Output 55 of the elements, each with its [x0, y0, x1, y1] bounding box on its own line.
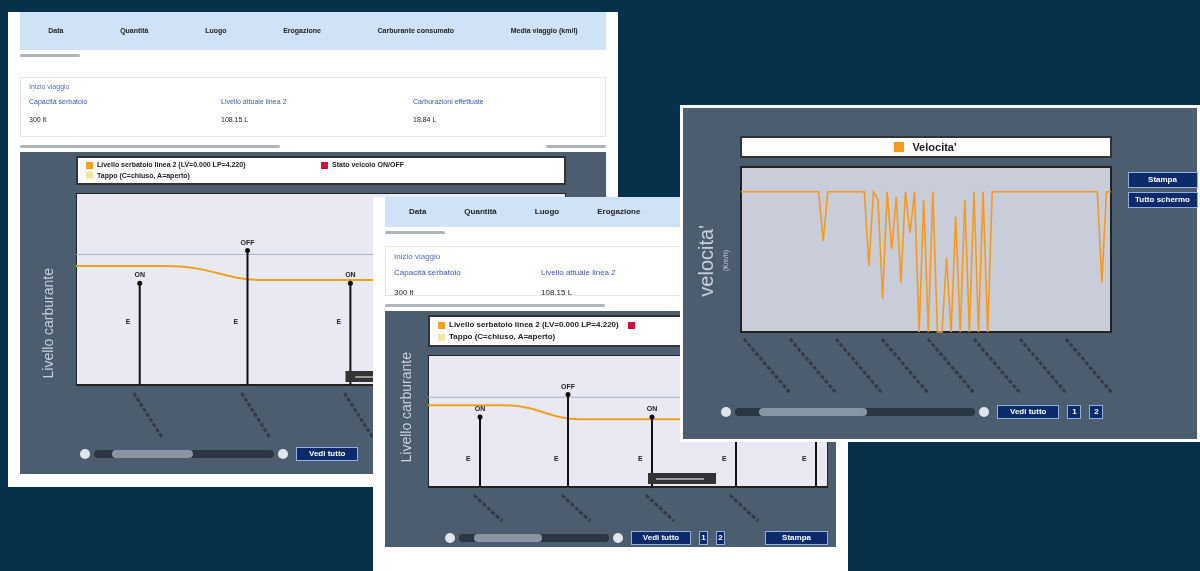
blurred-axis-label	[472, 493, 504, 523]
stat-value: 300 lt	[394, 287, 415, 299]
blurred-axis-label	[972, 338, 1021, 394]
column-header: Erogazione	[597, 206, 641, 218]
show-all-button[interactable]: Vedi tutto	[997, 405, 1060, 419]
blurred-axis-label	[880, 338, 929, 394]
blurred-axis-label	[560, 493, 592, 523]
column-header: Quantità	[464, 206, 497, 218]
blurred-axis-label	[742, 338, 791, 394]
scroll-track[interactable]	[735, 408, 975, 416]
stat-label: Capacità serbatoio	[394, 267, 462, 279]
blurred-axis-label	[644, 493, 676, 523]
slider-left-handle[interactable]	[721, 407, 731, 417]
scroll-thumb[interactable]	[474, 534, 542, 542]
print-button[interactable]: Stampa	[1127, 172, 1198, 188]
blurred-axis-label	[343, 392, 374, 438]
blurred-text	[20, 54, 80, 57]
blurred-axis-label	[132, 392, 163, 438]
blurred-axis-label	[728, 493, 760, 523]
page-button[interactable]: 2	[716, 531, 726, 545]
y-axis-title: Livello carburante	[397, 352, 415, 463]
blurred-text	[546, 145, 606, 148]
slider-right-handle[interactable]	[278, 449, 288, 459]
slider-right-handle[interactable]	[613, 533, 623, 543]
page-button[interactable]: 1	[699, 531, 709, 545]
blurred-axis-label	[1064, 338, 1113, 394]
breadcrumb-link[interactable]: Inizio viaggio	[394, 251, 441, 263]
slider-left-handle[interactable]	[80, 449, 90, 459]
page-button[interactable]: 2	[1089, 405, 1104, 419]
blurred-axis-label	[788, 338, 837, 394]
scroll-thumb[interactable]	[759, 408, 867, 416]
scroll-track[interactable]	[94, 450, 274, 458]
scroll-track[interactable]	[459, 534, 609, 542]
scroll-thumb[interactable]	[112, 450, 193, 458]
column-header: Luogo	[534, 206, 560, 218]
fullscreen-button[interactable]: Tutto schermo	[1127, 192, 1198, 208]
slider-left-handle[interactable]	[445, 533, 455, 543]
legend-label: Tappo (C=chiuso, A=aperto)	[449, 331, 556, 343]
stat-label: Livello attuale linea 2	[541, 267, 617, 279]
stat-value: 108.15 L	[541, 287, 574, 299]
y-axis-title: Livello carburante	[38, 268, 57, 379]
slider-right-handle[interactable]	[979, 407, 989, 417]
print-button[interactable]: Stampa	[765, 531, 828, 545]
blurred-axis-label	[1018, 338, 1067, 394]
column-header: Data	[409, 206, 427, 218]
y-axis-title: velocita'	[694, 224, 718, 297]
blurred-axis-label	[926, 338, 975, 394]
blurred-axis-label	[240, 392, 271, 438]
legend-label: Velocita'	[912, 139, 957, 155]
show-all-button[interactable]: Vedi tutto	[296, 447, 359, 461]
page-button[interactable]: 1	[1067, 405, 1082, 419]
blurred-axis-label	[834, 338, 883, 394]
show-all-button[interactable]: Vedi tutto	[631, 531, 691, 545]
blurred-text	[385, 231, 445, 234]
legend-label: Livello serbatoio linea 2 (LV=0.000 LP=4.220)	[449, 319, 619, 331]
